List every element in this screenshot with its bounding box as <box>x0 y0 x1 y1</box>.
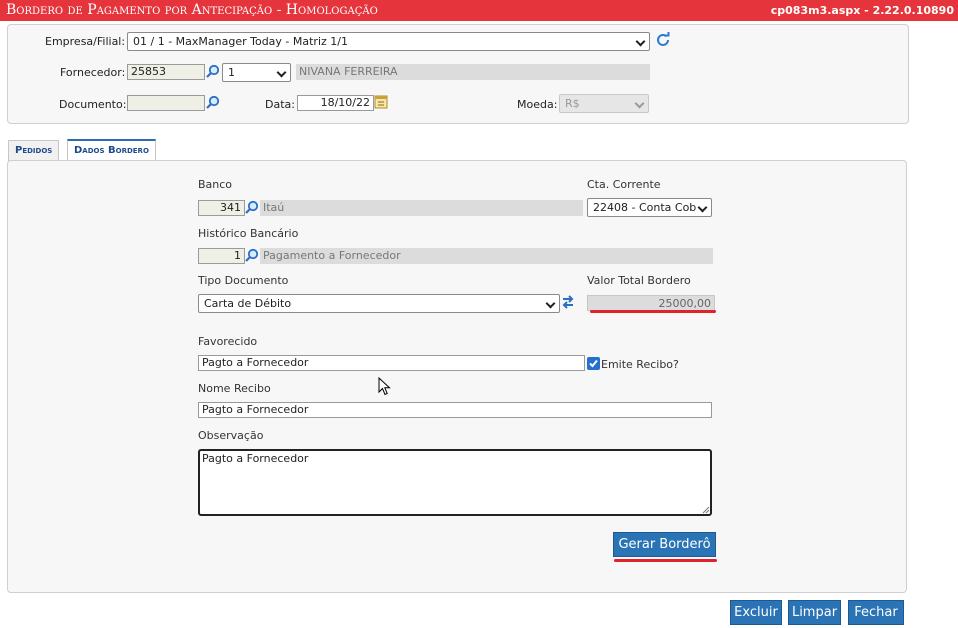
favorecido-label: Favorecido <box>198 335 258 348</box>
tab-dados-bordero[interactable]: Dados Bordero <box>67 139 156 161</box>
fornecedor-name-field: NIVANA FERREIRA <box>296 64 650 80</box>
data-input[interactable]: 18/10/22 <box>297 95 374 111</box>
cta-select[interactable]: 22408 - Conta Cob <box>587 198 712 217</box>
banco-name-field: Itaú <box>260 200 583 216</box>
tab-pedidos[interactable]: Pedidos <box>8 140 60 161</box>
tipo-documento-label: Tipo Documento <box>198 274 289 287</box>
cta-label: Cta. Corrente <box>587 178 661 191</box>
data-label: Data: <box>265 98 295 111</box>
magnifier-icon[interactable] <box>206 95 220 109</box>
highlight-underline <box>614 559 717 562</box>
documento-label: Documento: <box>59 98 127 111</box>
historico-label: Histórico Bancário <box>198 227 299 240</box>
resize-handle-icon[interactable] <box>702 506 710 514</box>
version-label: cp083m3.aspx - 2.22.0.10890 <box>770 4 954 17</box>
empresa-label: Empresa/Filial: <box>45 35 126 48</box>
emite-recibo-checkbox[interactable] <box>587 357 600 370</box>
favorecido-input[interactable]: Pagto a Fornecedor <box>198 355 585 371</box>
observacao-label: Observação <box>198 429 264 442</box>
fornecedor-seq-select[interactable]: 1 <box>222 63 291 82</box>
swap-icon[interactable] <box>561 294 575 310</box>
fechar-button[interactable]: Fechar <box>848 600 904 625</box>
emite-recibo-label: Emite Recibo? <box>601 358 679 371</box>
banco-label: Banco <box>198 178 233 191</box>
fornecedor-label: Fornecedor: <box>60 66 126 79</box>
documento-input[interactable] <box>127 95 205 111</box>
magnifier-icon[interactable] <box>245 200 259 214</box>
nome-recibo-label: Nome Recibo <box>198 382 271 395</box>
nome-recibo-input[interactable]: Pagto a Fornecedor <box>198 402 712 418</box>
moeda-label: Moeda: <box>517 98 558 111</box>
valor-total-field: 25000,00 <box>587 295 715 311</box>
calendar-icon[interactable] <box>374 94 388 109</box>
fornecedor-code-input[interactable]: 25853 <box>127 64 205 80</box>
page-title: Bordero de Pagamento por Antecipação - H… <box>6 2 378 18</box>
excluir-button[interactable]: Excluir <box>730 600 782 625</box>
tipo-documento-select[interactable]: Carta de Débito <box>198 294 560 313</box>
highlight-underline <box>590 310 716 313</box>
limpar-button[interactable]: Limpar <box>788 600 841 625</box>
banco-code-input[interactable]: 341 <box>198 200 245 216</box>
historico-code-input[interactable]: 1 <box>198 248 245 264</box>
mouse-cursor-icon <box>378 377 391 396</box>
form-panel <box>7 160 907 593</box>
valor-total-label: Valor Total Bordero <box>587 274 691 287</box>
refresh-icon[interactable] <box>655 32 671 48</box>
observacao-textarea[interactable]: Pagto a Fornecedor <box>198 449 712 516</box>
empresa-select[interactable]: 01 / 1 - MaxManager Today - Matriz 1/1 <box>127 32 650 51</box>
historico-name-field: Pagamento a Fornecedor <box>260 248 713 264</box>
magnifier-icon[interactable] <box>245 248 259 262</box>
magnifier-icon[interactable] <box>206 64 220 78</box>
moeda-select: R$ <box>559 94 649 113</box>
gerar-bordero-button[interactable]: Gerar Borderô <box>613 532 716 557</box>
